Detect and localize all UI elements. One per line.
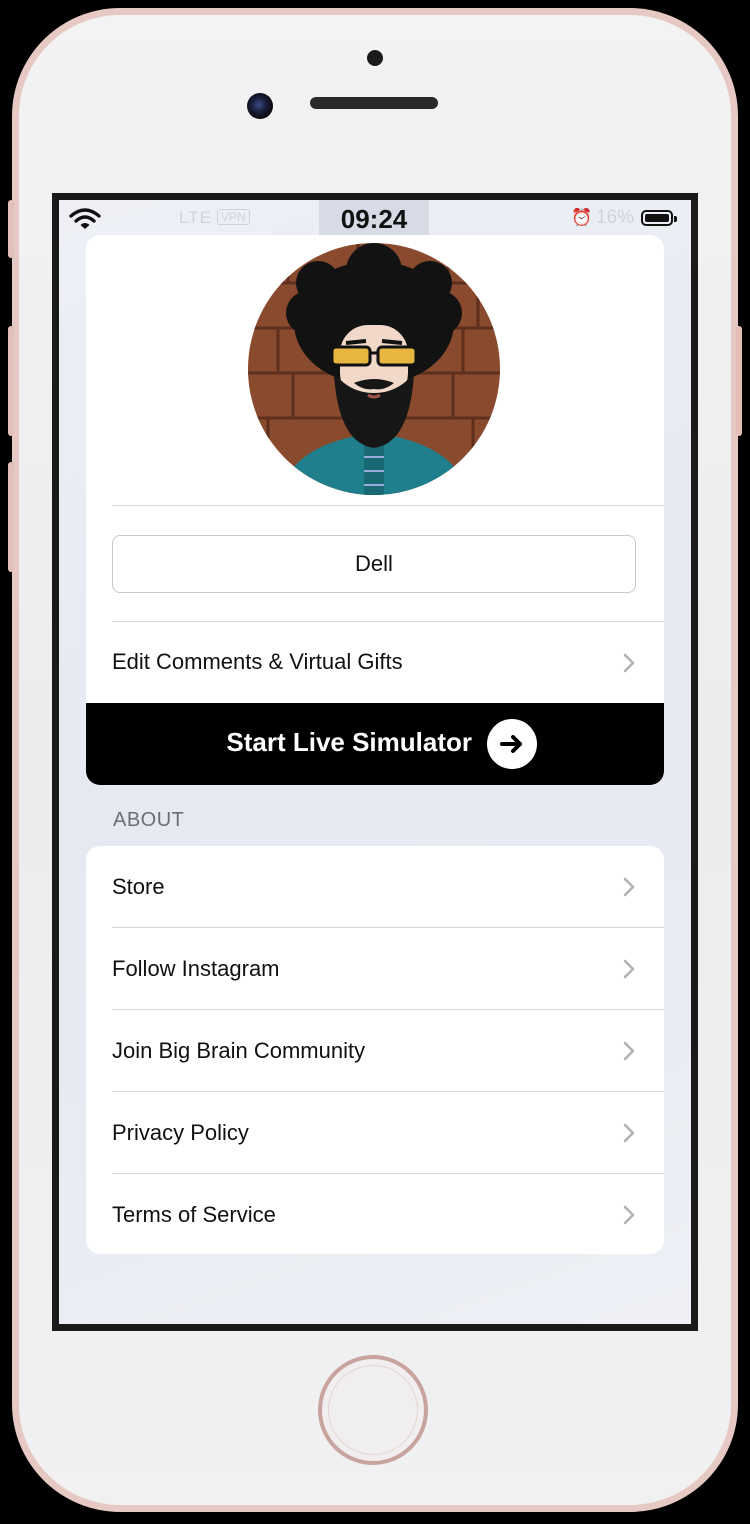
start-live-simulator-button[interactable]: Start Live Simulator	[86, 703, 664, 785]
status-time: 09:24	[340, 204, 408, 234]
avatar-illustration	[248, 243, 500, 495]
wifi-icon	[69, 208, 101, 229]
list-item-privacy-policy[interactable]: Privacy Policy	[86, 1092, 664, 1174]
home-button[interactable]	[318, 1355, 428, 1465]
list-item-join-community[interactable]: Join Big Brain Community	[86, 1010, 664, 1092]
arrow-right-icon	[487, 719, 537, 769]
list-item-label: Join Big Brain Community	[112, 1038, 366, 1063]
chevron-right-icon	[623, 1123, 635, 1143]
edit-comments-row[interactable]: Edit Comments & Virtual Gifts	[86, 622, 664, 703]
power-button	[736, 326, 742, 436]
volume-down-button	[8, 462, 14, 572]
about-card: Store Follow Instagram Join Big Brain Co…	[86, 846, 664, 1254]
name-field[interactable]: Dell	[112, 535, 636, 593]
divider	[112, 505, 664, 506]
earpiece-speaker	[310, 97, 438, 109]
network-type: LTE	[179, 208, 212, 227]
battery-icon	[641, 210, 677, 226]
avatar[interactable]	[248, 243, 500, 495]
profile-card: Dell Edit Comments & Virtual Gifts Start…	[86, 235, 664, 785]
edit-comments-label: Edit Comments & Virtual Gifts	[112, 649, 403, 674]
chevron-right-icon	[623, 959, 635, 979]
start-button-label: Start Live Simulator	[226, 727, 472, 757]
list-item-follow-instagram[interactable]: Follow Instagram	[86, 928, 664, 1010]
vpn-badge: VPN	[217, 209, 250, 225]
status-bar: LTE VPN 09:24 ⏰ 16%	[59, 200, 691, 236]
chevron-right-icon	[623, 653, 635, 673]
chevron-right-icon	[623, 1205, 635, 1225]
list-item-terms-of-service[interactable]: Terms of Service	[86, 1174, 664, 1254]
list-item-label: Follow Instagram	[112, 956, 280, 981]
app-screen: LTE VPN 09:24 ⏰ 16% Dell Edit Comments &…	[59, 200, 691, 1324]
alarm-icon: ⏰	[571, 208, 593, 227]
front-camera	[247, 93, 273, 119]
list-item-store[interactable]: Store	[86, 846, 664, 928]
list-item-label: Privacy Policy	[112, 1120, 249, 1145]
volume-up-button	[8, 326, 14, 436]
about-section-header: ABOUT	[113, 809, 185, 831]
mute-switch	[8, 200, 14, 258]
list-item-label: Store	[112, 874, 165, 899]
chevron-right-icon	[623, 1041, 635, 1061]
list-item-label: Terms of Service	[112, 1202, 276, 1227]
battery-percentage: 16%	[596, 207, 635, 228]
front-sensor	[367, 50, 383, 66]
chevron-right-icon	[623, 877, 635, 897]
